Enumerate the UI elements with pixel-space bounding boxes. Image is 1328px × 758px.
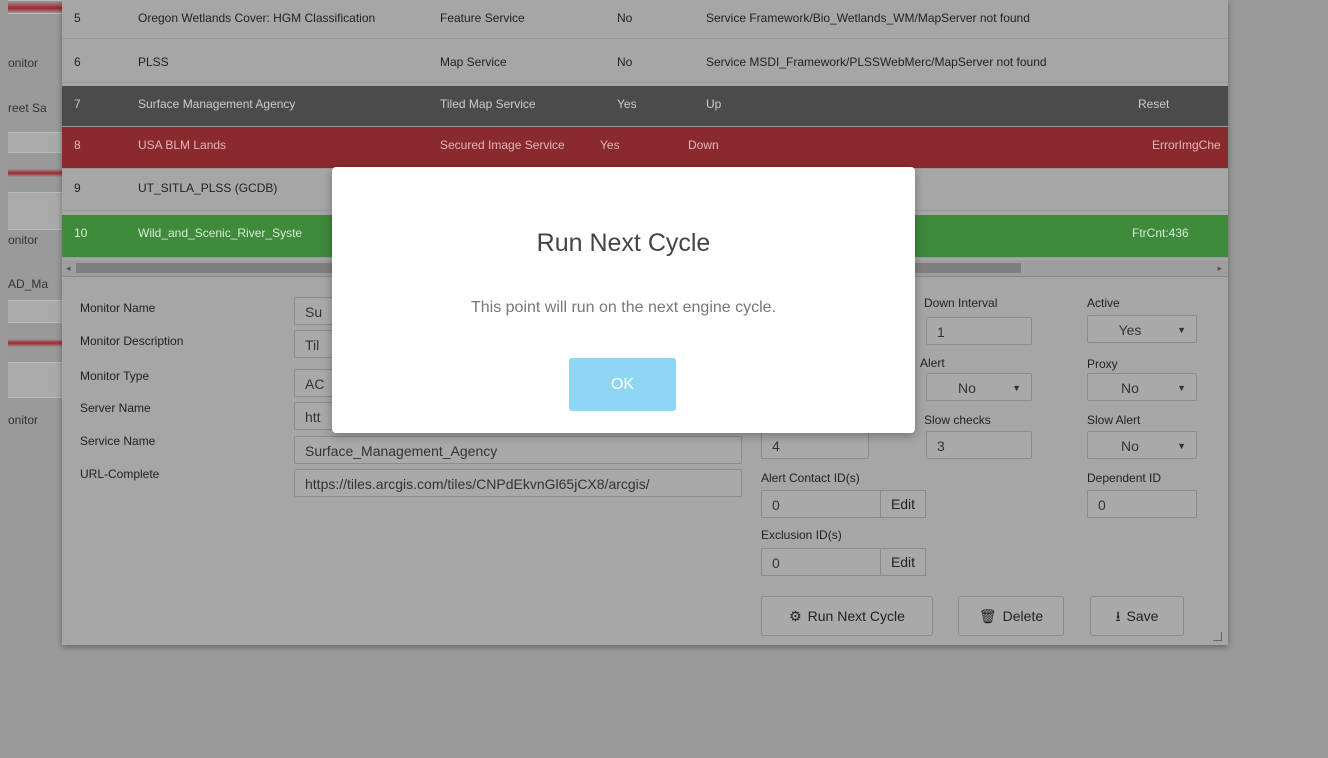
alert-label: Alert [920, 356, 945, 370]
down-interval-field[interactable]: 1 [926, 317, 1032, 345]
save-button[interactable]: ⭳ Save [1090, 596, 1184, 636]
table-row-selected[interactable]: 7 Surface Management Agency Tiled Map Se… [62, 86, 1228, 127]
row-secured: No [617, 55, 633, 69]
exclusion-field[interactable]: 0 [761, 548, 881, 576]
check-field[interactable]: 4 [761, 431, 869, 459]
row-name: PLSS [138, 55, 169, 69]
row-name: UT_SITLA_PLSS (GCDB) [138, 181, 278, 195]
service-name-label: Service Name [80, 434, 156, 448]
gear-icon: ⚙ [789, 608, 802, 624]
scroll-right-icon[interactable]: ▸ [1217, 260, 1222, 276]
slow-alert-select[interactable]: No ▼ [1087, 431, 1197, 459]
row-secured: No [617, 11, 633, 25]
left-bar [8, 192, 62, 230]
run-next-cycle-dialog: Run Next Cycle This point will run on th… [332, 167, 915, 433]
row-secured: Yes [617, 97, 637, 111]
row-status: Service MSDI_Framework/PLSSWebMerc/MapSe… [706, 55, 1047, 69]
row-type: Map Service [440, 55, 507, 69]
alert-contact-field[interactable]: 0 [761, 490, 881, 518]
left-item-label[interactable]: reet Sa [8, 97, 62, 119]
row-number: 10 [74, 226, 88, 240]
resize-handle[interactable] [1213, 632, 1222, 641]
row-number: 8 [74, 138, 81, 152]
slow-alert-value: No [1121, 438, 1139, 454]
row-number: 9 [74, 181, 81, 195]
proxy-select[interactable]: No ▼ [1087, 373, 1197, 401]
row-name: USA BLM Lands [138, 138, 227, 152]
scroll-left-icon[interactable]: ◂ [66, 260, 71, 276]
row-name: Wild_and_Scenic_River_Syste [138, 226, 303, 240]
url-complete-label: URL-Complete [80, 467, 160, 481]
row-number: 7 [74, 97, 81, 111]
left-item-label[interactable]: onitor [8, 409, 62, 431]
row-status: Service Framework/Bio_Wetlands_WM/MapSer… [706, 11, 1030, 25]
run-next-cycle-label: Run Next Cycle [807, 608, 905, 624]
row-number: 5 [74, 11, 81, 25]
left-item-label[interactable]: onitor [8, 229, 62, 251]
left-bar-alert [8, 322, 62, 364]
active-label: Active [1087, 296, 1120, 310]
row-status: Up [706, 97, 722, 111]
row-type: Tiled Map Service [440, 97, 536, 111]
service-name-field[interactable]: Surface_Management_Agency [294, 436, 742, 464]
monitor-name-label: Monitor Name [80, 301, 156, 315]
dependent-id-field[interactable]: 0 [1087, 490, 1197, 518]
chevron-down-icon: ▼ [1012, 383, 1021, 393]
trash-icon: 🗑 [978, 608, 997, 624]
proxy-label: Proxy [1087, 357, 1118, 371]
url-complete-field[interactable]: https://tiles.arcgis.com/tiles/CNPdEkvnG… [294, 469, 742, 497]
alert-select[interactable]: No ▼ [926, 373, 1032, 401]
monitor-type-label: Monitor Type [80, 369, 150, 383]
row-error: ErrorImgChe [1152, 138, 1221, 152]
alert-contact-edit-button[interactable]: Edit [880, 490, 926, 518]
row-name: Oregon Wetlands Cover: HGM Classificatio… [138, 11, 376, 25]
row-number: 6 [74, 55, 81, 69]
table-row-down[interactable]: 8 USA BLM Lands Secured Image Service Ye… [62, 127, 1228, 169]
alert-value: No [958, 380, 976, 396]
down-interval-label: Down Interval [924, 296, 998, 310]
slow-checks-field[interactable]: 3 [926, 431, 1032, 459]
row-type: Feature Service [440, 11, 525, 25]
chevron-down-icon: ▼ [1177, 383, 1186, 393]
dependent-id-label: Dependent ID [1087, 471, 1162, 485]
row-secured: Yes [600, 138, 620, 152]
row-status: Down [688, 138, 719, 152]
delete-label: Delete [1002, 608, 1044, 624]
download-icon: ⭳ [1115, 608, 1121, 624]
proxy-value: No [1121, 380, 1139, 396]
left-item-label[interactable]: onitor [8, 52, 62, 74]
exclusion-edit-button[interactable]: Edit [880, 548, 926, 576]
exclusion-label: Exclusion ID(s) [761, 528, 842, 542]
row-name: Surface Management Agency [138, 97, 296, 111]
chevron-down-icon: ▼ [1177, 325, 1186, 335]
left-bar [8, 0, 62, 14]
left-bar [8, 362, 62, 398]
server-name-label: Server Name [80, 401, 151, 415]
save-label: Save [1126, 608, 1159, 624]
left-bar-alert [8, 152, 62, 194]
left-item-label[interactable]: AD_Ma [8, 273, 62, 295]
row-type: Secured Image Service [440, 138, 565, 152]
row-feature-count: FtrCnt:436 [1132, 226, 1189, 240]
dialog-title: Run Next Cycle [536, 229, 711, 257]
monitor-description-label: Monitor Description [80, 334, 184, 348]
run-next-cycle-button[interactable]: ⚙ Run Next Cycle [761, 596, 933, 636]
dialog-message: This point will run on the next engine c… [470, 299, 777, 316]
table-row[interactable]: 6 PLSS Map Service No Service MSDI_Frame… [62, 44, 1228, 83]
active-value: Yes [1118, 322, 1142, 338]
chevron-down-icon: ▼ [1177, 441, 1186, 451]
left-monitor-list: onitor reet Sa onitor AD_Ma onitor [0, 0, 62, 758]
slow-alert-label: Slow Alert [1087, 413, 1141, 427]
alert-contact-label: Alert Contact ID(s) [761, 471, 860, 485]
table-row[interactable]: 5 Oregon Wetlands Cover: HGM Classificat… [62, 0, 1228, 39]
delete-button[interactable]: 🗑 Delete [958, 596, 1064, 636]
row-reset-link[interactable]: Reset [1138, 97, 1169, 111]
ok-button[interactable]: OK [569, 358, 676, 411]
slow-checks-label: Slow checks [924, 413, 991, 427]
active-select[interactable]: Yes ▼ [1087, 315, 1197, 343]
